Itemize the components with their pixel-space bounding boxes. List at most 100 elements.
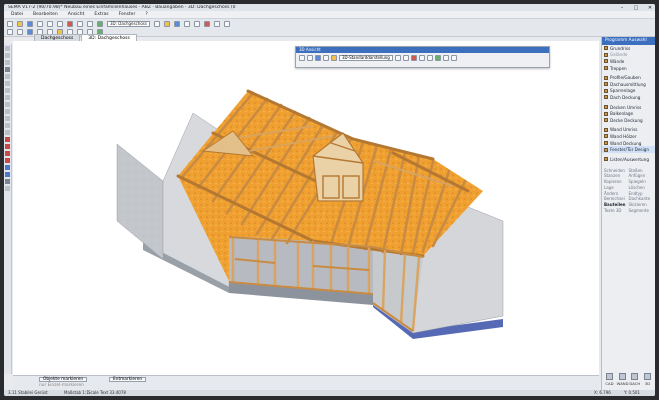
cmd-anfuegen[interactable]: Anfügen bbox=[629, 173, 654, 178]
refresh-icon[interactable] bbox=[97, 20, 103, 27]
layer-toggle-icon[interactable] bbox=[5, 123, 10, 128]
pointer-icon[interactable] bbox=[5, 46, 10, 51]
delete-icon[interactable] bbox=[67, 20, 73, 27]
roof-tool-icon[interactable] bbox=[203, 20, 210, 27]
program-item-wand-deckung[interactable]: Wand Deckung bbox=[602, 140, 655, 147]
menu-bearbeiten[interactable]: Bearbeiten bbox=[30, 12, 61, 17]
undo-icon[interactable] bbox=[47, 20, 53, 27]
grid-icon[interactable] bbox=[193, 20, 200, 27]
view-back-btn-icon[interactable] bbox=[307, 55, 313, 61]
select-icon[interactable] bbox=[7, 29, 13, 35]
cmd-aendern[interactable]: Ändern bbox=[604, 191, 629, 196]
cmd-bereichsei[interactable]: Bereichsei bbox=[604, 196, 629, 201]
program-item-grundriss[interactable]: Grundriss bbox=[602, 45, 655, 52]
program-item-decke-deckung[interactable]: Decke Deckung bbox=[602, 117, 655, 124]
section-plane-icon[interactable] bbox=[442, 55, 449, 61]
view-right-btn-icon[interactable] bbox=[323, 55, 329, 61]
menu-extras[interactable]: Extras bbox=[91, 12, 111, 17]
sun-icon[interactable] bbox=[426, 55, 433, 61]
color-gray-icon[interactable] bbox=[5, 179, 10, 184]
program-item-sparrenlage[interactable]: Sparrenlage bbox=[602, 88, 655, 95]
menu-fenster[interactable]: Fenster bbox=[116, 12, 139, 17]
zoom-out-icon[interactable] bbox=[87, 20, 93, 27]
menu-help[interactable]: ? bbox=[142, 12, 150, 17]
print-icon[interactable] bbox=[37, 20, 43, 27]
settings-icon[interactable] bbox=[5, 186, 10, 191]
cmd-lage[interactable]: Lage bbox=[604, 185, 629, 190]
export-icon[interactable] bbox=[450, 55, 457, 61]
cmd-dachkante[interactable]: Dachkante bbox=[629, 196, 654, 201]
program-item-wand-hoelzer[interactable]: Wand Hölzer bbox=[602, 133, 655, 140]
move-icon[interactable] bbox=[17, 29, 23, 35]
module-wand-button[interactable]: WAND bbox=[617, 373, 629, 386]
wireframe-icon[interactable] bbox=[394, 55, 401, 61]
window-tool-icon[interactable] bbox=[173, 20, 180, 27]
color-red3-icon[interactable] bbox=[5, 151, 10, 156]
module-3d-button[interactable]: 3D bbox=[642, 373, 653, 386]
unmark-button[interactable]: Entmarkieren bbox=[109, 377, 147, 382]
color-blue-icon[interactable] bbox=[5, 165, 10, 170]
view-top-btn-icon[interactable] bbox=[331, 55, 337, 61]
wall-tool-icon[interactable] bbox=[163, 20, 170, 27]
texture-icon[interactable] bbox=[434, 55, 441, 61]
cmd-bauteilen[interactable]: Bauteilen bbox=[604, 202, 629, 207]
single-mark-checkbox[interactable]: nur Einzel-markieren bbox=[39, 383, 84, 388]
maximize-button[interactable]: □ bbox=[631, 5, 641, 11]
text-tool-icon[interactable] bbox=[213, 20, 220, 27]
view-style-combo[interactable]: 3D-Standarddarstellung bbox=[339, 55, 393, 61]
pan-icon[interactable] bbox=[5, 53, 10, 58]
program-item-waende[interactable]: Wände bbox=[602, 58, 655, 65]
camera-icon[interactable] bbox=[418, 55, 425, 61]
program-item-profile-gauben[interactable]: Profile/Gauben bbox=[602, 74, 655, 81]
program-item-gelaende[interactable]: Gelände bbox=[602, 52, 655, 59]
orbit-icon[interactable] bbox=[5, 67, 10, 72]
close-button[interactable]: ✕ bbox=[645, 5, 655, 11]
render-icon[interactable] bbox=[223, 20, 230, 27]
hide-icon[interactable] bbox=[5, 109, 10, 114]
cmd-loeschen[interactable]: Löschen bbox=[629, 185, 654, 190]
cmd-kopieren[interactable]: Kopieren bbox=[604, 179, 629, 184]
view-combo[interactable]: 3D: Dachgeschoss bbox=[107, 20, 150, 27]
color-red4-icon[interactable] bbox=[5, 158, 10, 163]
menu-ansicht[interactable]: Ansicht bbox=[65, 12, 88, 17]
cmd-stossen[interactable]: Stoßen bbox=[629, 168, 654, 173]
view-side-icon[interactable] bbox=[5, 88, 10, 93]
view-front-btn-icon[interactable] bbox=[299, 55, 305, 61]
color-red2-icon[interactable] bbox=[5, 144, 10, 149]
measure-icon[interactable] bbox=[183, 20, 190, 27]
program-item-listen-auswertung[interactable]: Listen/Auswertung bbox=[602, 156, 655, 163]
cmd-texte-3d[interactable]: Texte 3D bbox=[604, 208, 629, 213]
tab-3d-dachgeschoss[interactable]: 3D: Dachgeschoss bbox=[81, 34, 137, 41]
cmd-schneiden[interactable]: Schneiden bbox=[604, 168, 629, 173]
color-blue2-icon[interactable] bbox=[5, 172, 10, 177]
program-item-decken-umriss[interactable]: Decken Umriss bbox=[602, 104, 655, 111]
menu-datei[interactable]: Datei bbox=[8, 12, 26, 17]
rotate-icon[interactable] bbox=[27, 29, 33, 35]
color-red-icon[interactable] bbox=[5, 137, 10, 142]
view-top-icon[interactable] bbox=[5, 74, 10, 79]
program-panel-header[interactable]: Programm Auswahl bbox=[602, 37, 655, 45]
save-icon[interactable] bbox=[27, 20, 33, 27]
show-icon[interactable] bbox=[5, 116, 10, 121]
program-item-dachausmittlung[interactable]: Dachausmittlung bbox=[602, 81, 655, 88]
mark-objects-button[interactable]: Objekte markieren bbox=[39, 377, 88, 382]
program-item-balkenlage[interactable]: Balkenlage bbox=[602, 110, 655, 117]
tab-dachgeschoss[interactable]: Dachgeschoss bbox=[34, 34, 81, 41]
shaded-icon[interactable] bbox=[402, 55, 409, 61]
cmd-skizieren[interactable]: Skizieren bbox=[629, 202, 654, 207]
program-item-dach-deckung[interactable]: Dach Deckung bbox=[602, 94, 655, 101]
program-item-fenster-tuer-design[interactable]: Fenster/Tür Design bbox=[602, 146, 655, 153]
module-dach-button[interactable]: DACH bbox=[629, 373, 640, 386]
layer-icon[interactable] bbox=[153, 20, 160, 27]
cmd-stanzen[interactable]: Stanzen bbox=[604, 173, 629, 178]
redo-icon[interactable] bbox=[57, 20, 63, 27]
open-folder-icon[interactable] bbox=[17, 20, 23, 27]
cmd-segmente[interactable]: Segmente bbox=[629, 208, 654, 213]
3d-viewport[interactable] bbox=[13, 41, 599, 375]
light-icon[interactable] bbox=[5, 130, 10, 135]
view-left-btn-icon[interactable] bbox=[315, 55, 321, 61]
cmd-spiegeln[interactable]: Spiegeln bbox=[629, 179, 654, 184]
program-item-wand-umriss[interactable]: Wand Umriss bbox=[602, 127, 655, 134]
zoom-icon[interactable] bbox=[5, 60, 10, 65]
view-front-icon[interactable] bbox=[5, 81, 10, 86]
